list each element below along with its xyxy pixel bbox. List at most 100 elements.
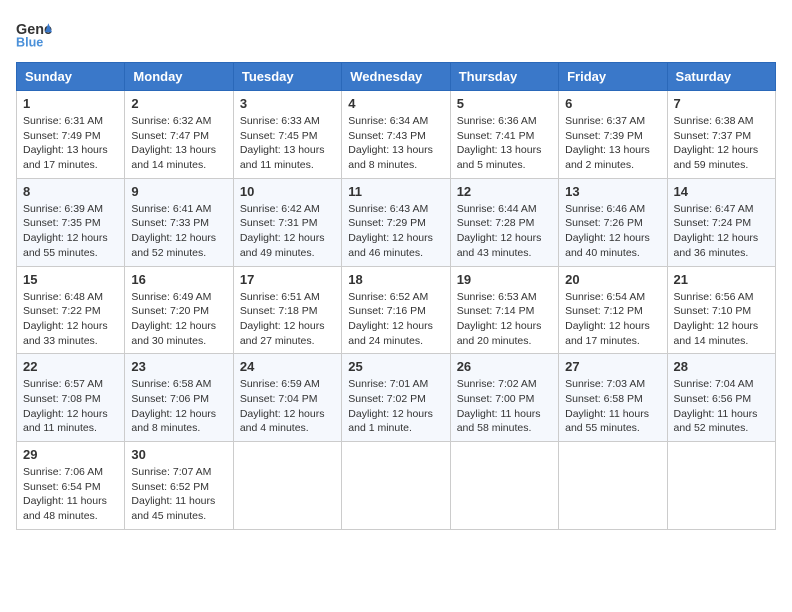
calendar-cell: 24 Sunrise: 6:59 AMSunset: 7:04 PMDaylig… [233, 354, 341, 442]
day-number: 29 [23, 447, 118, 462]
day-number: 23 [131, 359, 226, 374]
cell-content: Sunrise: 6:31 AMSunset: 7:49 PMDaylight:… [23, 115, 108, 171]
logo-icon: General Blue [16, 16, 52, 52]
day-number: 27 [565, 359, 660, 374]
calendar-cell: 25 Sunrise: 7:01 AMSunset: 7:02 PMDaylig… [342, 354, 450, 442]
cell-content: Sunrise: 6:52 AMSunset: 7:16 PMDaylight:… [348, 291, 433, 347]
cell-content: Sunrise: 6:38 AMSunset: 7:37 PMDaylight:… [674, 115, 759, 171]
column-header-sunday: Sunday [17, 63, 125, 91]
calendar-cell: 26 Sunrise: 7:02 AMSunset: 7:00 PMDaylig… [450, 354, 558, 442]
calendar-cell: 4 Sunrise: 6:34 AMSunset: 7:43 PMDayligh… [342, 91, 450, 179]
calendar-cell [342, 442, 450, 530]
day-number: 19 [457, 272, 552, 287]
column-header-thursday: Thursday [450, 63, 558, 91]
calendar-cell: 15 Sunrise: 6:48 AMSunset: 7:22 PMDaylig… [17, 266, 125, 354]
column-header-tuesday: Tuesday [233, 63, 341, 91]
cell-content: Sunrise: 7:03 AMSunset: 6:58 PMDaylight:… [565, 378, 649, 434]
calendar-cell: 11 Sunrise: 6:43 AMSunset: 7:29 PMDaylig… [342, 178, 450, 266]
day-number: 8 [23, 184, 118, 199]
cell-content: Sunrise: 6:33 AMSunset: 7:45 PMDaylight:… [240, 115, 325, 171]
day-number: 9 [131, 184, 226, 199]
cell-content: Sunrise: 7:07 AMSunset: 6:52 PMDaylight:… [131, 466, 215, 522]
column-header-monday: Monday [125, 63, 233, 91]
day-number: 25 [348, 359, 443, 374]
calendar-cell: 3 Sunrise: 6:33 AMSunset: 7:45 PMDayligh… [233, 91, 341, 179]
calendar-cell: 30 Sunrise: 7:07 AMSunset: 6:52 PMDaylig… [125, 442, 233, 530]
day-number: 12 [457, 184, 552, 199]
day-number: 18 [348, 272, 443, 287]
calendar-cell: 5 Sunrise: 6:36 AMSunset: 7:41 PMDayligh… [450, 91, 558, 179]
calendar-cell: 29 Sunrise: 7:06 AMSunset: 6:54 PMDaylig… [17, 442, 125, 530]
cell-content: Sunrise: 6:59 AMSunset: 7:04 PMDaylight:… [240, 378, 325, 434]
calendar-cell: 16 Sunrise: 6:49 AMSunset: 7:20 PMDaylig… [125, 266, 233, 354]
day-number: 7 [674, 96, 769, 111]
calendar-cell: 19 Sunrise: 6:53 AMSunset: 7:14 PMDaylig… [450, 266, 558, 354]
day-number: 28 [674, 359, 769, 374]
calendar-cell: 20 Sunrise: 6:54 AMSunset: 7:12 PMDaylig… [559, 266, 667, 354]
cell-content: Sunrise: 6:47 AMSunset: 7:24 PMDaylight:… [674, 203, 759, 259]
day-number: 15 [23, 272, 118, 287]
day-number: 21 [674, 272, 769, 287]
calendar-cell: 8 Sunrise: 6:39 AMSunset: 7:35 PMDayligh… [17, 178, 125, 266]
day-number: 24 [240, 359, 335, 374]
day-number: 6 [565, 96, 660, 111]
cell-content: Sunrise: 6:56 AMSunset: 7:10 PMDaylight:… [674, 291, 759, 347]
day-number: 10 [240, 184, 335, 199]
cell-content: Sunrise: 6:49 AMSunset: 7:20 PMDaylight:… [131, 291, 216, 347]
cell-content: Sunrise: 6:39 AMSunset: 7:35 PMDaylight:… [23, 203, 108, 259]
calendar-cell [450, 442, 558, 530]
calendar-cell: 28 Sunrise: 7:04 AMSunset: 6:56 PMDaylig… [667, 354, 775, 442]
calendar-cell: 18 Sunrise: 6:52 AMSunset: 7:16 PMDaylig… [342, 266, 450, 354]
page-header: General Blue [16, 16, 776, 52]
cell-content: Sunrise: 6:57 AMSunset: 7:08 PMDaylight:… [23, 378, 108, 434]
day-number: 11 [348, 184, 443, 199]
svg-text:Blue: Blue [16, 36, 43, 50]
calendar-cell: 17 Sunrise: 6:51 AMSunset: 7:18 PMDaylig… [233, 266, 341, 354]
calendar-cell [559, 442, 667, 530]
calendar-cell: 23 Sunrise: 6:58 AMSunset: 7:06 PMDaylig… [125, 354, 233, 442]
calendar-cell: 6 Sunrise: 6:37 AMSunset: 7:39 PMDayligh… [559, 91, 667, 179]
calendar-cell [233, 442, 341, 530]
day-number: 3 [240, 96, 335, 111]
calendar-cell: 22 Sunrise: 6:57 AMSunset: 7:08 PMDaylig… [17, 354, 125, 442]
day-number: 2 [131, 96, 226, 111]
cell-content: Sunrise: 6:36 AMSunset: 7:41 PMDaylight:… [457, 115, 542, 171]
column-header-saturday: Saturday [667, 63, 775, 91]
day-number: 1 [23, 96, 118, 111]
cell-content: Sunrise: 6:32 AMSunset: 7:47 PMDaylight:… [131, 115, 216, 171]
day-number: 13 [565, 184, 660, 199]
cell-content: Sunrise: 6:34 AMSunset: 7:43 PMDaylight:… [348, 115, 433, 171]
cell-content: Sunrise: 6:51 AMSunset: 7:18 PMDaylight:… [240, 291, 325, 347]
calendar-cell: 27 Sunrise: 7:03 AMSunset: 6:58 PMDaylig… [559, 354, 667, 442]
calendar-cell: 12 Sunrise: 6:44 AMSunset: 7:28 PMDaylig… [450, 178, 558, 266]
day-number: 5 [457, 96, 552, 111]
calendar-cell: 1 Sunrise: 6:31 AMSunset: 7:49 PMDayligh… [17, 91, 125, 179]
cell-content: Sunrise: 7:02 AMSunset: 7:00 PMDaylight:… [457, 378, 541, 434]
day-number: 30 [131, 447, 226, 462]
cell-content: Sunrise: 7:04 AMSunset: 6:56 PMDaylight:… [674, 378, 758, 434]
column-header-friday: Friday [559, 63, 667, 91]
cell-content: Sunrise: 6:48 AMSunset: 7:22 PMDaylight:… [23, 291, 108, 347]
calendar-cell: 9 Sunrise: 6:41 AMSunset: 7:33 PMDayligh… [125, 178, 233, 266]
cell-content: Sunrise: 6:43 AMSunset: 7:29 PMDaylight:… [348, 203, 433, 259]
calendar-table: SundayMondayTuesdayWednesdayThursdayFrid… [16, 62, 776, 530]
cell-content: Sunrise: 6:54 AMSunset: 7:12 PMDaylight:… [565, 291, 650, 347]
cell-content: Sunrise: 6:46 AMSunset: 7:26 PMDaylight:… [565, 203, 650, 259]
calendar-cell: 13 Sunrise: 6:46 AMSunset: 7:26 PMDaylig… [559, 178, 667, 266]
calendar-cell: 21 Sunrise: 6:56 AMSunset: 7:10 PMDaylig… [667, 266, 775, 354]
day-number: 17 [240, 272, 335, 287]
cell-content: Sunrise: 6:41 AMSunset: 7:33 PMDaylight:… [131, 203, 216, 259]
logo: General Blue [16, 16, 56, 52]
cell-content: Sunrise: 7:01 AMSunset: 7:02 PMDaylight:… [348, 378, 433, 434]
calendar-cell: 14 Sunrise: 6:47 AMSunset: 7:24 PMDaylig… [667, 178, 775, 266]
calendar-cell [667, 442, 775, 530]
cell-content: Sunrise: 6:37 AMSunset: 7:39 PMDaylight:… [565, 115, 650, 171]
cell-content: Sunrise: 6:44 AMSunset: 7:28 PMDaylight:… [457, 203, 542, 259]
day-number: 16 [131, 272, 226, 287]
day-number: 22 [23, 359, 118, 374]
cell-content: Sunrise: 6:42 AMSunset: 7:31 PMDaylight:… [240, 203, 325, 259]
day-number: 4 [348, 96, 443, 111]
cell-content: Sunrise: 7:06 AMSunset: 6:54 PMDaylight:… [23, 466, 107, 522]
day-number: 26 [457, 359, 552, 374]
calendar-cell: 7 Sunrise: 6:38 AMSunset: 7:37 PMDayligh… [667, 91, 775, 179]
